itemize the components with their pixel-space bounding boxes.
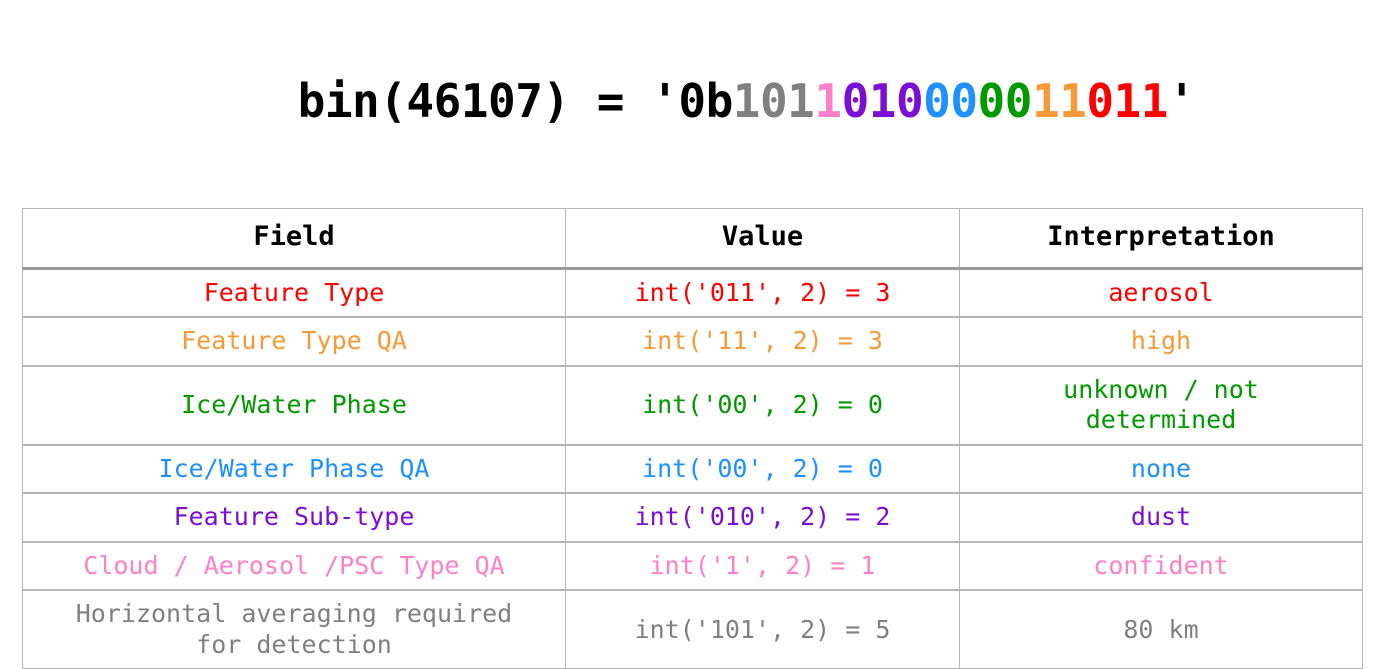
value-cell-text: int('011', 2) = 3 [634,277,891,307]
field-cell: Horizontal averaging required for detect… [22,589,566,669]
bitfield-decode-table: Field Value Interpretation Feature Type i… [22,208,1363,669]
value-cell-text: int('1', 2) = 1 [649,550,876,580]
field-cell: Ice/Water Phase [22,365,566,446]
column-header-interpretation: Interpretation [959,208,1363,270]
table-row: Feature Sub-type int('010', 2) = 2 dust [22,492,1363,543]
table-body: Feature Type int('011', 2) = 3 aerosol Feat… [22,267,1363,669]
binary-segment-horizontal-averaging: 101 [732,74,815,128]
interpretation-cell: confident [959,541,1363,592]
binary-suffix: ' [1167,74,1196,128]
interpretation-cell: none [959,444,1363,495]
value-cell: int('010', 2) = 2 [565,492,960,543]
field-cell-text: Horizontal averaging required for detect… [75,599,513,659]
binary-segment-feature-type: 011 [1086,74,1168,128]
value-cell: int('011', 2) = 3 [565,267,960,319]
value-cell-text: int('00', 2) = 0 [642,453,883,483]
field-cell-text: Cloud / Aerosol /PSC Type QA [83,550,505,580]
field-cell: Feature Sub-type [22,492,566,543]
interpretation-cell: 80 km [959,589,1363,669]
binary-segment-feature-type-qa: 11 [1031,74,1087,128]
value-cell: int('101', 2) = 5 [565,589,960,669]
table-row: Cloud / Aerosol /PSC Type QA int('1', 2) … [22,541,1363,592]
table-header-row: Field Value Interpretation [22,208,1363,270]
interpretation-cell: dust [959,492,1363,543]
field-cell-text: Ice/Water Phase [181,390,407,420]
interpretation-cell-text: dust [1130,502,1192,532]
field-cell-text: Feature Type [203,277,385,307]
interpretation-cell: aerosol [959,267,1363,319]
interpretation-cell-text: aerosol [1108,277,1214,307]
table-row: Ice/Water Phase int('00', 2) = 0 unknown /… [22,365,1363,446]
title-bar: bin(46107) = '0b1011010000011011' [0,0,1384,194]
value-cell-text: int('010', 2) = 2 [634,502,891,532]
table-header: Field Value Interpretation [22,208,1363,270]
interpretation-cell-text: confident [1093,550,1229,580]
field-cell: Ice/Water Phase QA [22,444,566,495]
interpretation-cell-text: 80 km [1123,614,1199,644]
binary-colored-segments: 1011010000011011 [732,74,1169,128]
value-cell: int('00', 2) = 0 [565,365,960,446]
field-cell: Feature Type [22,267,566,319]
table-container: Field Value Interpretation Feature Type i… [0,194,1384,669]
value-cell: int('11', 2) = 3 [565,316,960,367]
field-cell: Cloud / Aerosol /PSC Type QA [22,541,566,592]
value-cell-text: int('101', 2) = 5 [634,614,891,644]
interpretation-cell-text: unknown / not determined [1063,374,1259,435]
interpretation-cell-text: high [1130,326,1192,356]
column-header-value: Value [565,208,960,270]
field-cell-text: Feature Sub-type [173,502,415,532]
table-row: Feature Type QA int('11', 2) = 3 high [22,316,1363,367]
table-row: Horizontal averaging required for detect… [22,589,1363,669]
binary-segment-ice-water-phase: 00 [977,74,1033,128]
interpretation-cell-text: none [1130,453,1192,483]
binary-representation-title: bin(46107) = '0b1011010000011011' [189,8,1196,194]
field-cell-text: Feature Type QA [181,326,407,356]
interpretation-cell: unknown / not determined [959,365,1363,446]
field-cell-text: Ice/Water Phase QA [158,453,430,483]
value-cell: int('1', 2) = 1 [565,541,960,592]
table-row: Feature Type int('011', 2) = 3 aerosol [22,267,1363,319]
binary-segment-ice-water-phase-qa: 00 [923,74,978,128]
binary-prefix: bin(46107) = '0b [297,74,734,128]
column-header-field: Field [22,208,566,270]
value-cell-text: int('00', 2) = 0 [642,390,883,420]
binary-segment-cloud-aerosol-psc-type-qa: 1 [814,74,842,128]
table-row: Ice/Water Phase QA int('00', 2) = 0 none [22,444,1363,495]
value-cell-text: int('11', 2) = 3 [642,326,883,356]
binary-segment-feature-sub-type: 010 [841,74,924,128]
field-cell: Feature Type QA [22,316,566,367]
value-cell: int('00', 2) = 0 [565,444,960,495]
interpretation-cell: high [959,316,1363,367]
